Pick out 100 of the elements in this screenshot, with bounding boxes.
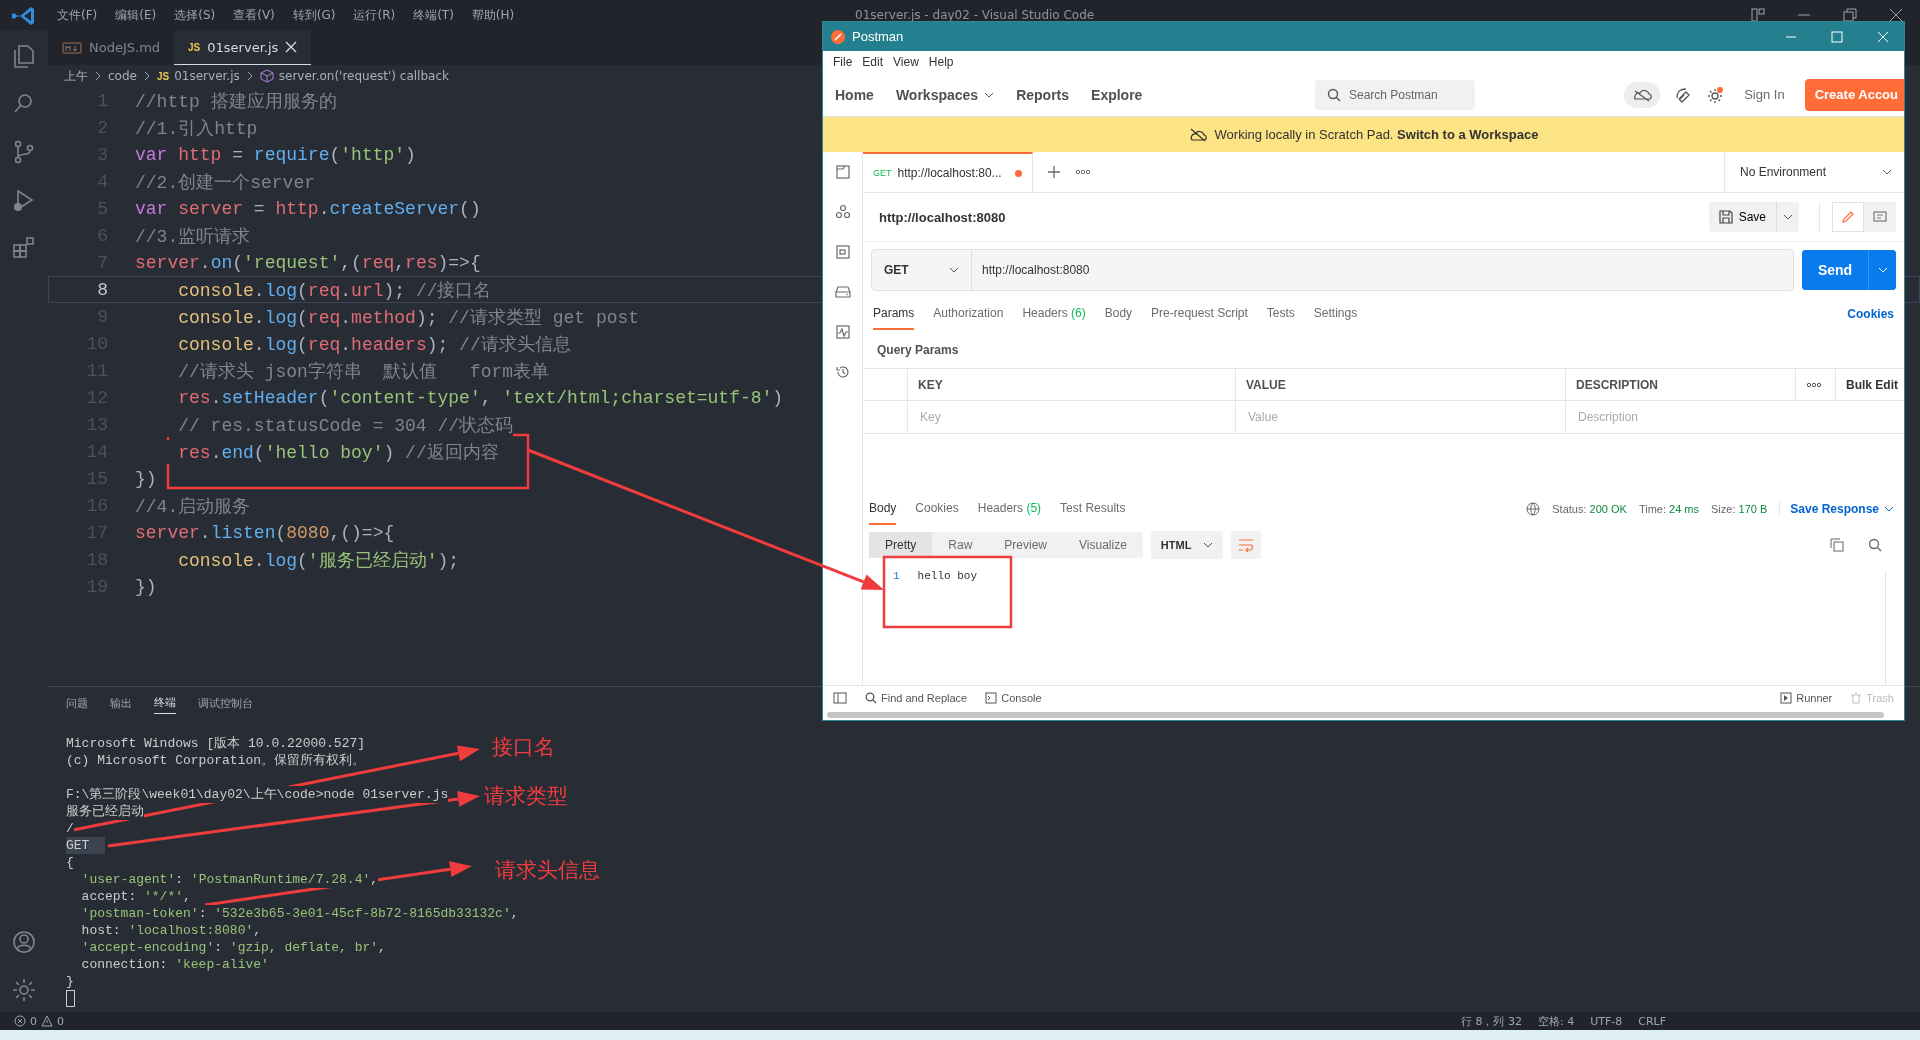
param-field[interactable]: Key — [918, 409, 1235, 425]
menu-item[interactable]: 选择(S) — [165, 6, 225, 24]
collection-icon[interactable] — [834, 164, 851, 180]
status-item[interactable]: CRLF — [1638, 1014, 1666, 1028]
panel-tab[interactable]: 输出 — [110, 692, 132, 714]
menu-item[interactable]: 终端(T) — [404, 6, 463, 24]
menu-item[interactable]: 文件(F) — [48, 6, 107, 24]
request-tab[interactable]: GET http://localhost:80... — [863, 152, 1033, 192]
account-icon[interactable] — [10, 928, 38, 956]
status-item[interactable]: UTF-8 — [1590, 1014, 1623, 1028]
save-response-button[interactable]: Save Response — [1779, 502, 1894, 516]
status-item[interactable]: 空格: 4 — [1537, 1013, 1575, 1029]
history-icon[interactable] — [834, 364, 851, 380]
param-field[interactable]: Description — [1576, 409, 1904, 425]
comments-button[interactable] — [1864, 202, 1896, 232]
format-tab[interactable]: Visualize — [1063, 532, 1143, 558]
menu-item[interactable]: View — [888, 55, 924, 69]
layout-icon[interactable] — [1750, 7, 1766, 23]
sidebar-toggle-icon[interactable] — [833, 692, 847, 704]
tab[interactable]: Body — [869, 493, 897, 525]
section-title: Query Params — [876, 342, 960, 359]
panel-tab[interactable]: 终端 — [154, 692, 176, 714]
caret-icon — [1884, 505, 1894, 513]
environment-dropdown[interactable]: No Environment — [1724, 152, 1904, 192]
nav-link[interactable]: Workspaces — [895, 86, 995, 103]
trash-icon — [1850, 692, 1863, 704]
tab[interactable]: Cookies — [915, 493, 959, 525]
globe-icon[interactable] — [1526, 502, 1541, 516]
search-field[interactable]: Search Postman — [1315, 79, 1475, 110]
footer-button[interactable]: Console — [985, 692, 1042, 704]
more-icon[interactable] — [1075, 169, 1091, 175]
edit-button[interactable] — [1832, 202, 1864, 232]
api-icon[interactable] — [834, 204, 851, 220]
error-count[interactable]: 0 — [30, 1014, 37, 1028]
nav-link[interactable]: Reports — [1016, 86, 1070, 103]
search-icon — [865, 692, 877, 704]
menu-item[interactable]: File — [828, 55, 858, 69]
breadcrumb-item[interactable]: 上午 — [64, 67, 88, 85]
format-tab[interactable]: Raw — [932, 532, 989, 558]
unsaved-dot — [1015, 169, 1022, 177]
annotation-label: 请求类型 — [484, 783, 568, 810]
response-stat: Status: 200 OK — [1552, 503, 1627, 515]
more-icon[interactable] — [1806, 381, 1822, 388]
format-tab[interactable]: Pretty — [869, 532, 933, 558]
tab[interactable]: Tests — [1266, 298, 1295, 330]
tab[interactable]: Settings — [1313, 298, 1358, 330]
tab[interactable]: Pre-request Script — [1151, 298, 1248, 330]
nav-link[interactable]: Explore — [1091, 86, 1143, 103]
tab[interactable]: Headers (5) — [977, 493, 1042, 525]
warning-icon[interactable] — [41, 1015, 53, 1027]
caret-icon — [1203, 541, 1214, 549]
environment-icon[interactable] — [834, 244, 851, 260]
plus-icon[interactable] — [1047, 165, 1061, 179]
format-tab[interactable]: Preview — [988, 532, 1064, 558]
breadcrumb-item[interactable]: server.on('request') callback — [278, 69, 449, 83]
editor-tab[interactable]: NodeJS.md — [48, 30, 175, 65]
menu-item[interactable]: 编辑(E) — [106, 6, 166, 24]
language-dropdown[interactable]: HTML — [1150, 531, 1224, 559]
maximize-icon[interactable] — [1830, 29, 1844, 44]
panel-tab[interactable]: 问题 — [66, 692, 88, 714]
menu-item[interactable]: 运行(R) — [344, 6, 405, 24]
file-type-label: JS — [188, 41, 201, 53]
settings-icon[interactable] — [1706, 85, 1725, 104]
restore-icon[interactable] — [1842, 7, 1858, 23]
menu-item[interactable]: 查看(V) — [224, 6, 284, 24]
close-icon[interactable] — [285, 41, 298, 53]
server-icon[interactable] — [834, 284, 851, 300]
nav-link[interactable]: Home — [835, 86, 874, 103]
pencil-icon — [1841, 210, 1855, 224]
menu-item[interactable]: Edit — [857, 55, 889, 69]
copy-icon[interactable] — [1830, 538, 1844, 552]
breadcrumb-item[interactable]: 01server.js — [174, 69, 240, 83]
bulk-edit-link[interactable]: Bulk Edit — [1836, 369, 1904, 401]
cloud-off-icon — [1188, 127, 1207, 142]
menu-item[interactable]: Help — [923, 55, 959, 69]
tab[interactable]: Headers (6) — [1022, 298, 1086, 330]
error-icon[interactable] — [14, 1015, 26, 1027]
status-item[interactable]: 行 8，列 32 — [1460, 1013, 1522, 1029]
sign-in-link[interactable]: Sign In — [1744, 87, 1785, 102]
close-icon[interactable] — [1888, 7, 1904, 23]
tab[interactable]: Authorization — [933, 298, 1004, 330]
menu-item[interactable]: 帮助(H) — [462, 6, 524, 24]
footer-button[interactable]: Runner — [1780, 692, 1833, 704]
breadcrumb-item[interactable]: code — [108, 69, 137, 83]
menu-item[interactable]: 转到(G) — [283, 6, 345, 24]
tab[interactable]: Body — [1104, 298, 1133, 330]
footer-button[interactable]: Find and Replace — [865, 692, 968, 704]
warning-count[interactable]: 0 — [57, 1014, 64, 1028]
editor-tab[interactable]: JS 01server.js — [174, 30, 312, 65]
param-field[interactable]: Value — [1246, 409, 1565, 425]
search-icon[interactable] — [1868, 538, 1882, 552]
tab[interactable]: Params — [873, 298, 915, 330]
monitor-icon[interactable] — [834, 324, 851, 340]
cloud-icon[interactable] — [1624, 81, 1661, 108]
cookies-link[interactable]: Cookies — [1847, 307, 1894, 321]
tab[interactable]: Test Results — [1060, 493, 1126, 525]
settings-icon[interactable] — [10, 976, 38, 1004]
panel-tab[interactable]: 调试控制台 — [198, 692, 253, 714]
close-icon[interactable] — [1876, 29, 1890, 44]
annotation-label: 请求头信息 — [495, 857, 600, 884]
